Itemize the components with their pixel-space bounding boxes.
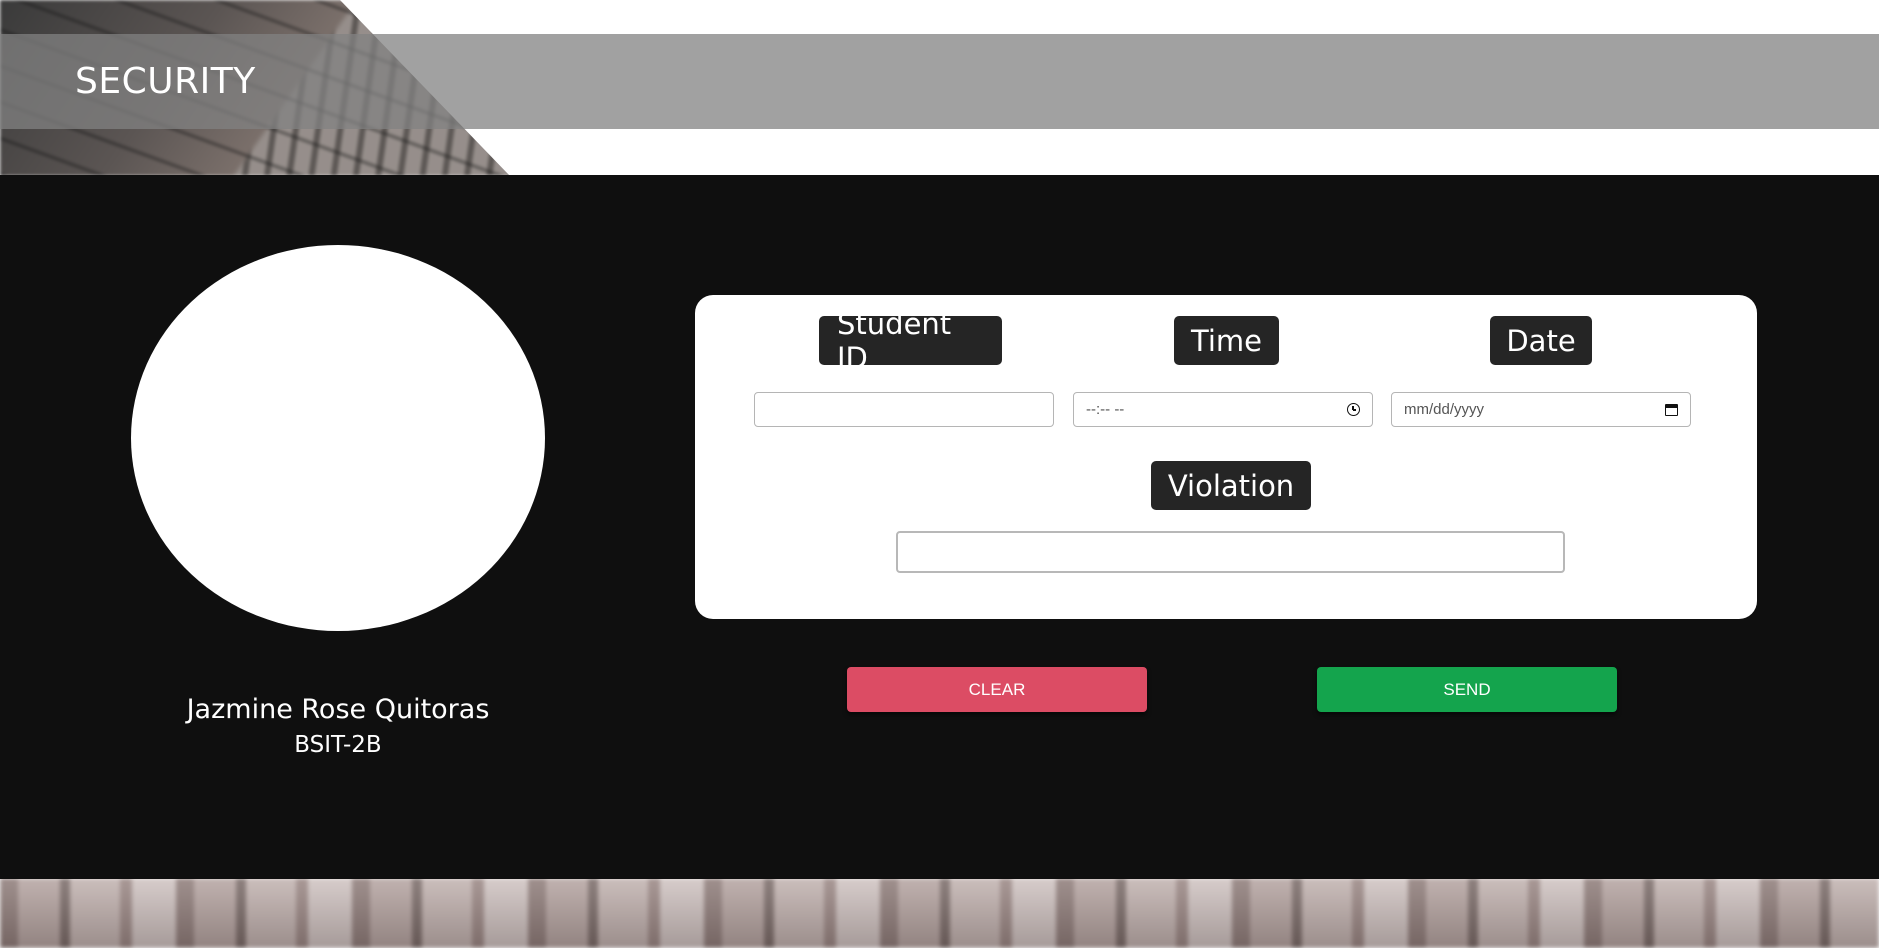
date-input[interactable]: mm/dd/yyyy [1391, 392, 1691, 427]
header-bar: SECURITY [0, 34, 1879, 129]
send-button[interactable]: SEND [1317, 667, 1617, 712]
student-id-input[interactable] [754, 392, 1054, 427]
page-title: SECURITY [75, 61, 256, 102]
calendar-icon[interactable] [1665, 403, 1678, 416]
student-name: Jazmine Rose Quitoras [186, 694, 490, 725]
student-id-label: Student ID [819, 307, 1002, 375]
violation-label: Violation [1151, 461, 1311, 510]
background-photo-bottom [0, 878, 1879, 948]
time-placeholder: --:-- -- [1086, 401, 1125, 418]
time-input[interactable]: --:-- -- [1073, 392, 1373, 427]
date-placeholder: mm/dd/yyyy [1404, 401, 1485, 418]
time-label: Time [1174, 316, 1279, 365]
date-label: Date [1490, 316, 1592, 365]
clock-icon[interactable] [1347, 403, 1360, 416]
avatar [131, 245, 545, 631]
clear-button[interactable]: CLEAR [847, 667, 1147, 712]
student-section: BSIT-2B [294, 732, 382, 758]
violation-input[interactable] [896, 531, 1565, 573]
violation-form: Student ID Time Date --:-- -- mm/dd/yyyy… [695, 295, 1757, 619]
main-panel: Jazmine Rose Quitoras BSIT-2B Student ID… [0, 175, 1879, 879]
